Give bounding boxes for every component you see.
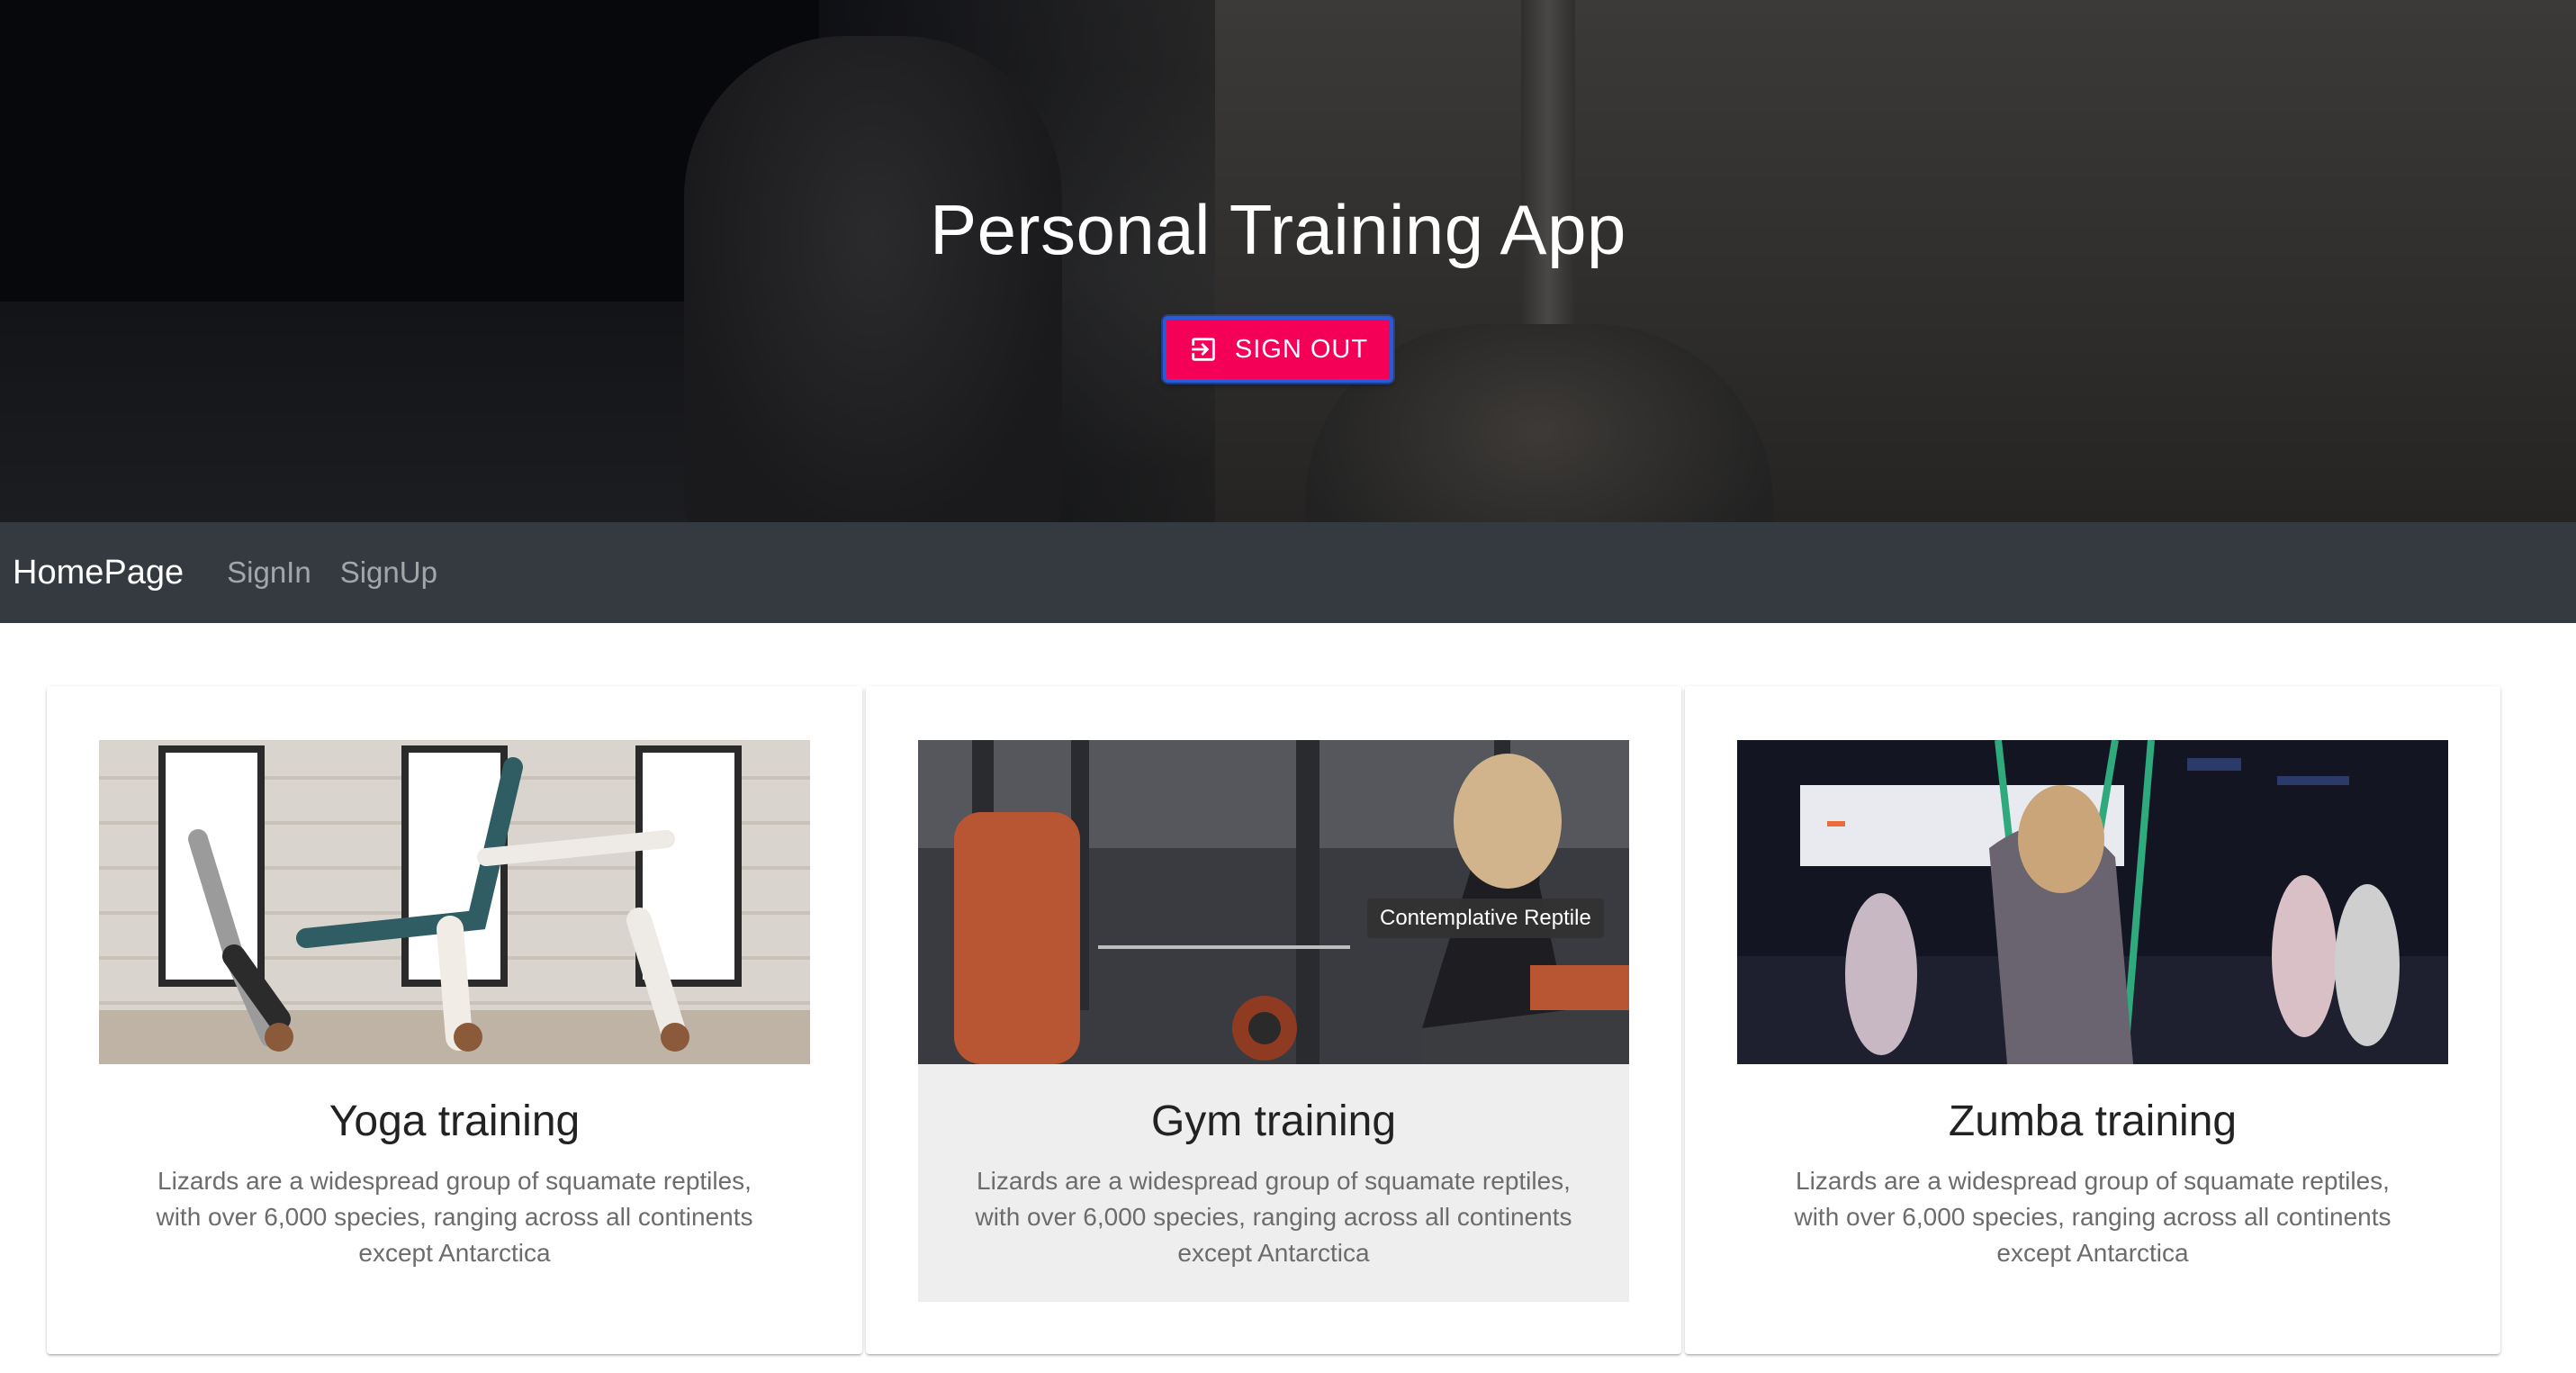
nav-link-signin[interactable]: SignIn <box>227 556 311 590</box>
card-title: Zumba training <box>1948 1097 2238 1145</box>
card-description: Lizards are a widespread group of squama… <box>156 1167 753 1267</box>
yoga-handstand-photo <box>99 740 810 1064</box>
card-description: Lizards are a widespread group of squama… <box>1794 1167 2391 1267</box>
group-fitness-bands-photo <box>1737 740 2448 1064</box>
page-title: Personal Training App <box>930 190 1626 269</box>
card-description: Lizards are a widespread group of squama… <box>975 1167 1572 1267</box>
image-tooltip: Contemplative Reptile <box>1367 899 1604 938</box>
card-yoga[interactable]: Yoga training Lizards are a widespread g… <box>47 686 862 1354</box>
nav-brand-homepage[interactable]: HomePage <box>13 554 184 592</box>
card-gym[interactable]: Gym training Lizards are a widespread gr… <box>866 686 1681 1354</box>
top-navbar: HomePage SignIn SignUp <box>0 522 2576 623</box>
card-action-area[interactable]: Gym training Lizards are a widespread gr… <box>918 740 1629 1302</box>
card-action-area[interactable]: Zumba training Lizards are a widespread … <box>1737 740 2448 1302</box>
sign-out-label: SIGN OUT <box>1234 334 1369 364</box>
sign-out-button[interactable]: SIGN OUT <box>1163 316 1393 383</box>
nav-link-signup[interactable]: SignUp <box>340 556 437 590</box>
exit-to-app-icon <box>1192 338 1215 361</box>
card-title: Gym training <box>1150 1097 1397 1145</box>
hero-trainer-silhouette <box>684 36 1062 522</box>
card-zumba[interactable]: Zumba training Lizards are a widespread … <box>1685 686 2500 1354</box>
card-action-area[interactable]: Yoga training Lizards are a widespread g… <box>99 740 810 1302</box>
hero-banner: Personal Training App SIGN OUT <box>0 0 2576 522</box>
card-title: Yoga training <box>329 1097 581 1145</box>
